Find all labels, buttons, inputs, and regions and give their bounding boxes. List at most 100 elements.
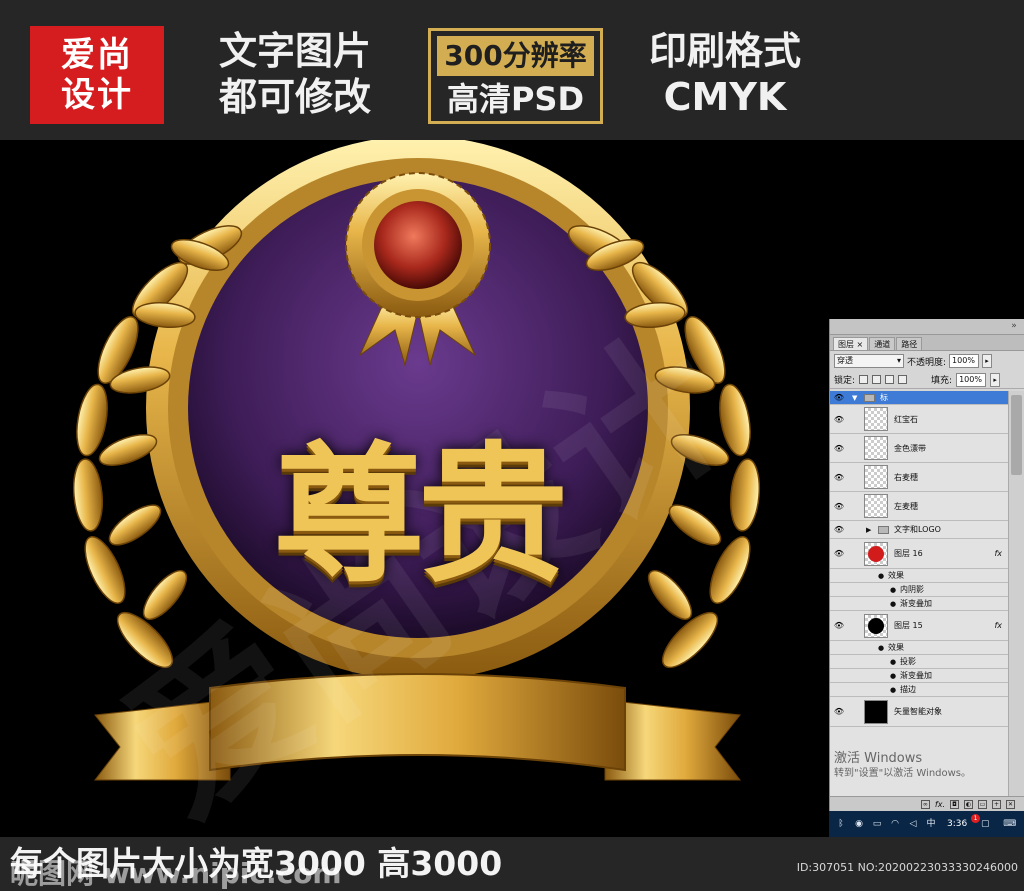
top-banner: 爱尚 设计 文字图片 都可修改 300分辨率 高清PSD 印刷格式 CMYK [0,0,1024,140]
new-layer-icon[interactable]: + [992,800,1001,809]
layers-panel: » 图层 × 通道 路径 穿透 不透明度: 100% ▸ 锁定: 填充: 100… [829,319,1024,837]
layer-thumbnail [864,407,888,431]
scrollbar-thumb[interactable] [1011,395,1022,475]
lock-all-icon[interactable] [898,375,908,384]
ime-icon[interactable]: 中 [925,818,937,830]
lock-label: 锁定: [834,376,856,386]
layer-fx-icon[interactable]: fx [994,549,1002,558]
visibility-eye-icon[interactable]: 👁 [833,473,845,482]
visibility-eye-icon[interactable]: 👁 [833,415,845,424]
layer-row[interactable]: 👁 金色漂带 [830,434,1008,463]
bluetooth-icon[interactable]: ᛒ [835,818,847,830]
opacity-label: 不透明度: [907,357,947,368]
layers-list: 👁 ▼ 标 👁 红宝石 👁 金色漂带 👁 右麦穗 👁 左麦穗 👁 ▶ 文字和LOGO 👁 图层 16 fx ● 效果… [830,391,1024,796]
volume-icon[interactable]: ◁ [907,818,919,830]
collapse-arrow-icon[interactable]: ▶ [866,526,871,534]
layer-row[interactable]: 👁 图层 16 fx [830,539,1008,569]
link-layers-icon[interactable]: ∞ [920,800,930,809]
battery-icon[interactable]: ▭ [871,818,883,830]
effect-row[interactable]: ● 效果 [830,569,1008,583]
feature-editable-line-2: 都可修改 [218,75,371,119]
blend-row: 穿透 不透明度: 100% ▸ [830,351,1024,371]
layer-row[interactable]: 👁 ▶ 文字和LOGO [830,521,1008,539]
layer-name: 渐变叠加 [900,599,932,608]
tab-channels[interactable]: 通道 [869,337,896,350]
layer-row[interactable]: 👁 红宝石 [830,405,1008,434]
visibility-eye-icon[interactable]: 👁 [833,707,845,716]
notification-icon[interactable]: ▢ [979,818,991,830]
panel-tabs: 图层 × 通道 路径 [830,335,1024,351]
tray-clock[interactable]: 3:36 [947,819,967,829]
layer-name: 文字和LOGO [894,525,941,534]
lock-row: 锁定: 填充: 100% ▸ [830,371,1024,389]
opacity-arrow-icon[interactable]: ▸ [982,354,993,368]
visibility-eye-icon[interactable]: 👁 [833,525,845,534]
lock-transparency-icon[interactable] [859,375,869,384]
blend-mode-select[interactable]: 穿透 [834,354,904,368]
fill-label: 填充: [931,376,953,386]
panel-titlebar[interactable]: » [830,319,1024,335]
effect-eye-icon[interactable]: ● [878,644,884,652]
layers-scrollbar[interactable] [1008,391,1024,796]
layer-name: 描边 [900,685,916,694]
notification-badge: 1 [971,814,980,823]
visibility-eye-icon[interactable]: 👁 [833,502,845,511]
layer-fx-icon[interactable]: fx [994,621,1002,630]
effect-row[interactable]: ● 效果 [830,641,1008,655]
effect-row[interactable]: ● 渐变叠加 [830,669,1008,683]
effect-row[interactable]: ● 投影 [830,655,1008,669]
delete-layer-icon[interactable]: ✕ [1006,800,1015,809]
badge-title: 尊贵 [273,426,568,603]
layer-row[interactable]: 👁 ▼ 标 [830,391,1008,405]
tab-layers[interactable]: 图层 × [833,337,869,350]
layer-name: 右麦穗 [894,472,918,482]
keyboard-icon[interactable]: ⌨ [1003,818,1016,830]
expand-arrow-icon[interactable]: ▼ [852,394,857,402]
effect-row[interactable]: ● 内阴影 [830,583,1008,597]
effect-eye-icon[interactable]: ● [890,658,896,666]
fill-arrow-icon[interactable]: ▸ [990,372,1001,387]
layer-row[interactable]: 👁 右麦穗 [830,463,1008,492]
activate-windows-hint: 转到"设置"以激活 Windows。 [834,768,972,779]
layer-name: 渐变叠加 [900,671,932,680]
new-group-icon[interactable]: ▭ [978,800,987,809]
effect-row[interactable]: ● 渐变叠加 [830,597,1008,611]
brand-line-1: 爱尚 [61,35,133,75]
layer-name: 金色漂带 [894,443,926,453]
visibility-eye-icon[interactable]: 👁 [833,444,845,453]
layer-row[interactable]: 👁 图层 15 fx [830,611,1008,641]
layer-name: 左麦穗 [894,501,918,511]
tab-paths[interactable]: 路径 [896,337,923,350]
site-watermark: 昵图网 www.nipic.com [10,857,342,890]
effect-row[interactable]: ● 描边 [830,683,1008,697]
add-mask-icon[interactable]: ◘ [950,800,959,809]
effect-eye-icon[interactable]: ● [890,600,896,608]
panel-bottom-toolbar: ∞ fx. ◘ ◐ ▭ + ✕ [830,796,1024,812]
opacity-field[interactable]: 100% [949,354,980,368]
effect-eye-icon[interactable]: ● [890,672,896,680]
wifi-icon[interactable]: ◠ [889,818,901,830]
effect-eye-icon[interactable]: ● [890,586,896,594]
layer-thumbnail [864,699,888,724]
lock-pixels-icon[interactable] [872,375,882,384]
app-tray-icon[interactable]: ◉ [853,818,865,830]
visibility-eye-icon[interactable]: 👁 [833,549,845,558]
add-style-icon[interactable]: fx. [935,800,945,809]
folder-icon [864,393,875,402]
feature-editable-line-1: 文字图片 [218,29,371,73]
fill-field[interactable]: 100% [956,372,987,387]
layer-row[interactable]: 👁 左麦穗 [830,492,1008,521]
lock-position-icon[interactable] [885,375,895,384]
effect-eye-icon[interactable]: ● [878,572,884,580]
folder-icon [878,525,889,534]
panel-collapse-icon[interactable]: » [1008,321,1020,332]
layer-row[interactable]: 👁 矢量智能对象 [830,697,1008,727]
layer-name: 图层 15 [894,621,923,630]
visibility-eye-icon[interactable]: 👁 [833,393,845,402]
feature-print-line-2: CMYK [663,75,787,119]
activate-windows-title: 激活 Windows [834,751,923,766]
visibility-eye-icon[interactable]: 👁 [833,621,845,630]
adjustment-layer-icon[interactable]: ◐ [964,800,973,809]
effect-eye-icon[interactable]: ● [890,686,896,694]
bottom-bar: 每个图片大小为宽3000 高3000 昵图网 www.nipic.com ID:… [0,837,1024,891]
